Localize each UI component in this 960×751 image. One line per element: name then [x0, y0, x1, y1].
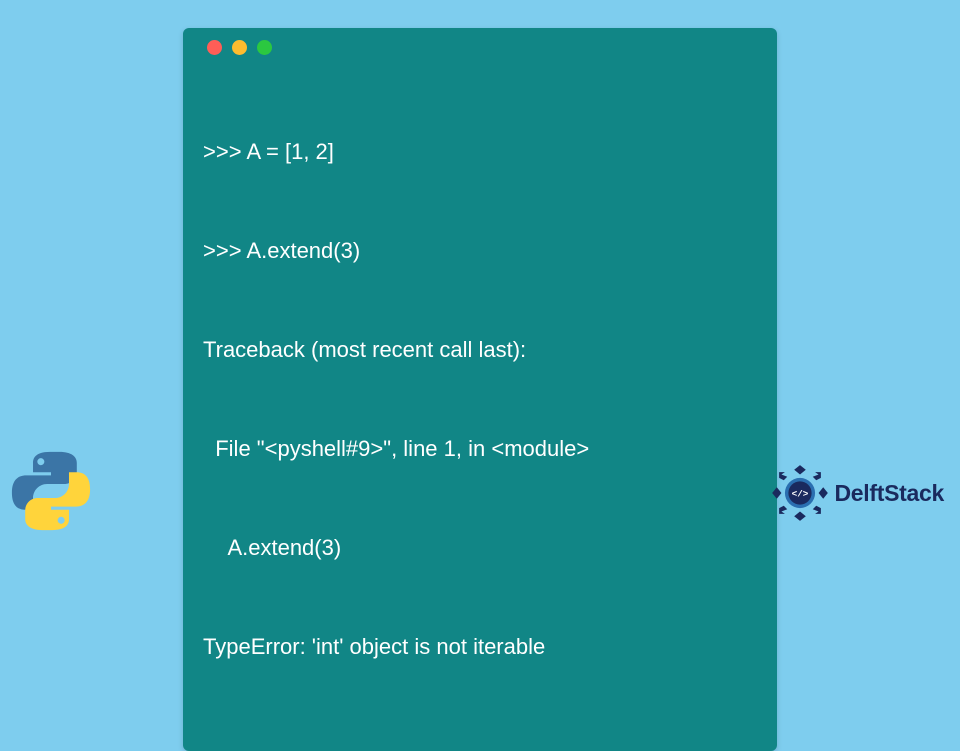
delftstack-logo-icon: </>: [771, 464, 829, 522]
delftstack-brand: </> DelftStack: [771, 464, 945, 522]
svg-text:</>: </>: [791, 488, 808, 499]
code-line: File "<pyshell#9>", line 1, in <module>: [203, 432, 757, 465]
maximize-icon: [257, 40, 272, 55]
code-line: A.extend(3): [203, 531, 757, 564]
brand-name: DelftStack: [835, 480, 945, 507]
code-line: Traceback (most recent call last):: [203, 333, 757, 366]
python-logo-icon: [8, 448, 94, 534]
terminal-window: >>> A = [1, 2] >>> A.extend(3) Traceback…: [183, 28, 777, 751]
window-controls: [203, 40, 757, 55]
code-line: >>> A = [1, 2]: [203, 135, 757, 168]
code-line: TypeError: 'int' object is not iterable: [203, 630, 757, 663]
close-icon: [207, 40, 222, 55]
code-block: >>> A = [1, 2] >>> A.extend(3) Traceback…: [203, 69, 757, 729]
code-line: >>> A.extend(3): [203, 234, 757, 267]
minimize-icon: [232, 40, 247, 55]
